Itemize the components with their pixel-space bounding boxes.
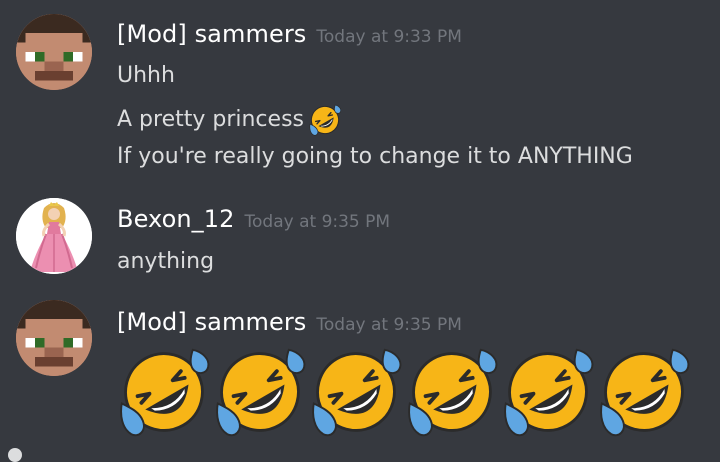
username[interactable]: [Mod] sammers	[117, 20, 306, 48]
message-header: [Mod] sammers Today at 9:35 PM	[117, 310, 462, 334]
message-line-text: Uhhh	[117, 63, 175, 88]
message-line-text: A pretty princess	[117, 107, 304, 132]
timestamp: Today at 9:35 PM	[316, 315, 462, 335]
timestamp: Today at 9:35 PM	[244, 212, 391, 232]
user-avatar[interactable]	[16, 300, 92, 376]
username[interactable]: Bexon_12	[117, 205, 235, 233]
rolling-on-floor-laughing-emoji-icon[interactable]	[596, 344, 692, 440]
message-header: Bexon_12 Today at 9:35 PM	[117, 207, 390, 231]
message-line-text: anything	[117, 249, 215, 274]
message-text: anything	[117, 251, 214, 273]
scroll-indicator[interactable]	[8, 448, 22, 462]
rolling-on-floor-laughing-emoji-icon[interactable]	[500, 344, 596, 440]
rolling-on-floor-laughing-emoji-icon[interactable]	[308, 103, 342, 137]
message-line-text: If you're really going to change it to A…	[117, 144, 633, 169]
username[interactable]: [Mod] sammers	[117, 308, 306, 336]
message-header: [Mod] sammers Today at 9:33 PM	[117, 22, 462, 46]
rolling-on-floor-laughing-emoji-icon[interactable]	[212, 344, 308, 440]
minecraft-steve-face-icon	[16, 14, 92, 90]
message-text: If you're really going to change it to A…	[117, 146, 633, 168]
user-avatar[interactable]	[16, 14, 92, 90]
rolling-on-floor-laughing-emoji-icon[interactable]	[308, 344, 404, 440]
message-text: Uhhh	[117, 65, 175, 87]
message-text: A pretty princess	[117, 103, 342, 137]
timestamp: Today at 9:33 PM	[316, 27, 462, 47]
user-avatar[interactable]	[16, 198, 92, 274]
jumbo-emoji-row	[116, 344, 692, 440]
rolling-on-floor-laughing-emoji-icon[interactable]	[404, 344, 500, 440]
minecraft-steve-face-icon	[16, 300, 92, 376]
rolling-on-floor-laughing-emoji-icon[interactable]	[116, 344, 212, 440]
princess-avatar-icon	[16, 198, 92, 274]
